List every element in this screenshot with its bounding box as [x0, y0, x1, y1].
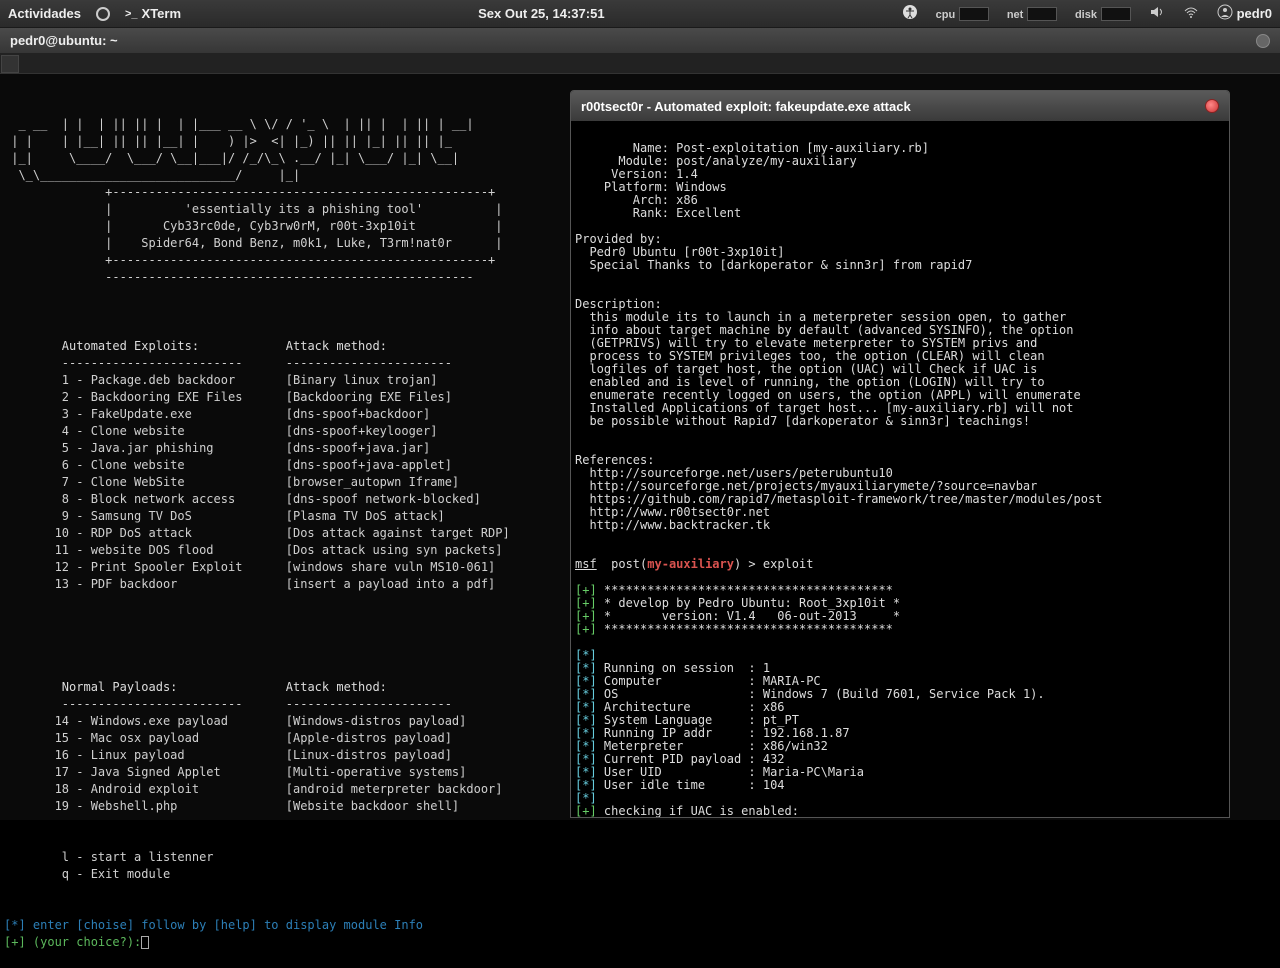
payload-row: 17 - Java Signed Applet [Multi-operative… [4, 765, 466, 779]
volume-icon[interactable] [1149, 4, 1165, 23]
output-line: [*] User idle time : 104 [575, 778, 785, 792]
exploit-row: 12 - Print Spooler Exploit [windows shar… [4, 560, 495, 574]
reference-line: https://github.com/rapid7/metasploit-fra… [575, 492, 1102, 506]
username[interactable]: pedr0 [1237, 6, 1272, 21]
clock[interactable]: Sex Out 25, 14:37:51 [181, 6, 902, 21]
reference-line: http://www.backtracker.tk [575, 518, 770, 532]
net-label: net [1007, 9, 1024, 21]
description-line: logfiles of target host, the option (UAC… [575, 362, 1037, 376]
reference-line: http://sourceforge.net/projects/myauxili… [575, 479, 1037, 493]
menu-quit: q - Exit module [4, 867, 170, 881]
exploit-row: 11 - website DOS flood [Dos attack using… [4, 543, 503, 557]
msf-prompt[interactable]: msf post(my-auxiliary) > exploit [575, 557, 813, 571]
terminal-tabbar [0, 54, 1280, 74]
wifi-icon[interactable] [1183, 4, 1199, 23]
exploit-row: 1 - Package.deb backdoor [Binary linux t… [4, 373, 437, 387]
payload-row: 18 - Android exploit [android meterprete… [4, 782, 503, 796]
output-line: [*] Computer : MARIA-PC [575, 674, 821, 688]
provided-line: Special Thanks to [darkoperator & sinn3r… [575, 258, 972, 272]
info-platform: Platform: Windows [575, 180, 727, 194]
exploits-header: Automated Exploits: Attack method: [4, 339, 387, 353]
description-line: info about target machine by default (ad… [575, 323, 1074, 337]
exploit-row: 13 - PDF backdoor [insert a payload into… [4, 577, 495, 591]
window-title: pedr0@ubuntu: ~ [10, 33, 118, 48]
payload-row: 19 - Webshell.php [Website backdoor shel… [4, 799, 459, 813]
description-line: enumerate recently logged on users, the … [575, 388, 1081, 402]
info-arch: Arch: x86 [575, 193, 698, 207]
description-line: process to SYSTEM privileges too, the op… [575, 349, 1045, 363]
info-module: Module: post/analyze/my-auxiliary [575, 154, 857, 168]
exploit-row: 8 - Block network access [dns-spoof netw… [4, 492, 481, 506]
ascii-art: _ __ | | | || || | | |___ __ \ \/ / '_ \… [4, 117, 503, 284]
banner-line: [+] * version: V1.4 06-out-2013 * [575, 609, 900, 623]
menu-listener: l - start a listenner [4, 850, 214, 864]
payloads-header: Normal Payloads: Attack method: [4, 680, 387, 694]
footer-prompt[interactable]: [+] (your choice?): [4, 935, 149, 949]
split-view-icon[interactable] [1, 55, 19, 73]
reference-line: http://www.r00tsect0r.net [575, 505, 770, 519]
disk-graph [1101, 7, 1131, 21]
output-line: [*] [575, 791, 597, 805]
output-line: [*] OS : Windows 7 (Build 7601, Service … [575, 687, 1045, 701]
terminal-right-body[interactable]: Name: Post-exploitation [my-auxiliary.rb… [571, 121, 1229, 817]
exploit-row: 2 - Backdooring EXE Files [Backdooring E… [4, 390, 452, 404]
description-line: Installed Applications of target host...… [575, 401, 1074, 415]
right-window-titlebar[interactable]: r00tsect0r - Automated exploit: fakeupda… [571, 91, 1229, 121]
net-graph [1027, 7, 1057, 21]
exploit-row: 7 - Clone WebSite [browser_autopwn Ifram… [4, 475, 459, 489]
right-window-title: r00tsect0r - Automated exploit: fakeupda… [581, 99, 911, 114]
provided-line: Pedr0 Ubuntu [r00t-3xp10it] [575, 245, 785, 259]
payload-row: 15 - Mac osx payload [Apple-distros payl… [4, 731, 452, 745]
payload-row: 16 - Linux payload [Linux-distros payloa… [4, 748, 452, 762]
output-line: [*] Running on session : 1 [575, 661, 770, 675]
cpu-label: cpu [936, 9, 956, 21]
banner-line: [+] * develop by Pedro Ubuntu: Root_3xp1… [575, 596, 900, 610]
output-line: [*] System Language : pt_PT [575, 713, 799, 727]
exploit-row: 4 - Clone website [dns-spoof+keylooger] [4, 424, 437, 438]
banner-line: [+] ************************************… [575, 583, 893, 597]
description-line: this module its to launch in a meterpret… [575, 310, 1066, 324]
cpu-graph [959, 7, 989, 21]
app-menu-icon[interactable] [95, 6, 111, 22]
close-icon[interactable] [1256, 34, 1270, 48]
description-line: be possible without Rapid7 [darkoperator… [575, 414, 1030, 428]
activities-button[interactable]: Actividades [8, 6, 81, 21]
separator: ------------------------- --------------… [4, 697, 452, 711]
accessibility-icon[interactable] [902, 4, 918, 23]
disk-label: disk [1075, 9, 1097, 21]
info-version: Version: 1.4 [575, 167, 698, 181]
cursor [141, 936, 149, 949]
references-header: References: [575, 453, 654, 467]
exploit-row: 9 - Samsung TV DoS [Plasma TV DoS attack… [4, 509, 445, 523]
exploit-row: 10 - RDP DoS attack [Dos attack against … [4, 526, 510, 540]
output-line: [*] [575, 648, 597, 662]
exploit-row: 5 - Java.jar phishing [dns-spoof+java.ja… [4, 441, 430, 455]
description-line: enabled and is level of running, the opt… [575, 375, 1045, 389]
separator: ------------------------- --------------… [4, 356, 452, 370]
reference-line: http://sourceforge.net/users/peterubuntu… [575, 466, 893, 480]
info-name: Name: Post-exploitation [my-auxiliary.rb… [575, 141, 929, 155]
user-icon[interactable] [1217, 4, 1233, 23]
exploit-row: 3 - FakeUpdate.exe [dns-spoof+backdoor] [4, 407, 430, 421]
window-titlebar[interactable]: pedr0@ubuntu: ~ [0, 28, 1280, 54]
footer-help: [*] enter [choise] follow by [help] to d… [4, 918, 423, 932]
banner-line: [+] ************************************… [575, 622, 893, 636]
output-line: [*] Meterpreter : x86/win32 [575, 739, 828, 753]
output-line: [*] Current PID payload : 432 [575, 752, 785, 766]
output-line: [*] Architecture : x86 [575, 700, 785, 714]
description-line: (GETPRIVS) will try to elevate meterpret… [575, 336, 1037, 350]
payload-row: 14 - Windows.exe payload [Windows-distro… [4, 714, 466, 728]
provided-header: Provided by: [575, 232, 662, 246]
output-line: [*] Running IP addr : 192.168.1.87 [575, 726, 850, 740]
close-icon[interactable] [1205, 99, 1219, 113]
exploit-row: 6 - Clone website [dns-spoof+java-applet… [4, 458, 452, 472]
app-name[interactable]: XTerm [142, 6, 182, 21]
info-rank: Rank: Excellent [575, 206, 741, 220]
description-header: Description: [575, 297, 662, 311]
output-line: [+] checking if UAC is enabled: [575, 804, 799, 817]
output-line: [*] User UID : Maria-PC\Maria [575, 765, 864, 779]
gnome-topbar: Actividades >_ XTerm Sex Out 25, 14:37:5… [0, 0, 1280, 28]
terminal-right-window[interactable]: r00tsect0r - Automated exploit: fakeupda… [570, 90, 1230, 818]
xterm-icon: >_ [125, 8, 138, 20]
